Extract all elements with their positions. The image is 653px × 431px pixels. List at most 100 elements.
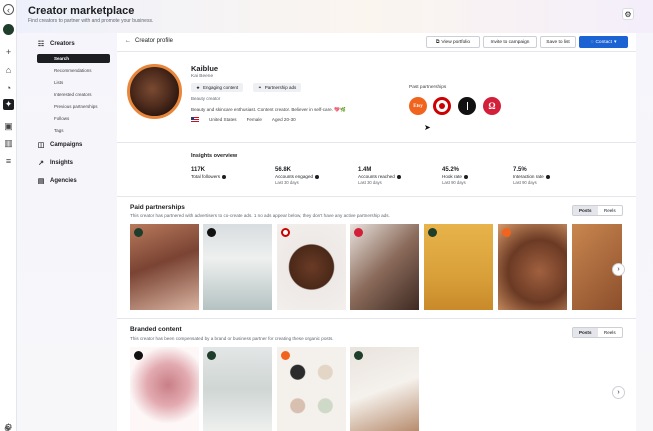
brand-logo-icon (134, 228, 143, 237)
nav-agencies[interactable]: ▤ Agencies (37, 177, 77, 185)
creators-icon[interactable]: ✦ (3, 99, 14, 110)
divider (117, 142, 636, 143)
badge-partnership: ⚭ Partnership ads (253, 83, 302, 92)
home-icon[interactable]: ⌂ (3, 64, 14, 75)
target-bullseye-icon (439, 103, 445, 109)
post-thumbnail[interactable] (203, 347, 272, 431)
nav-sub-previous[interactable]: Previous partnerships (37, 102, 110, 111)
stat-engaged-value: 56.8K (275, 167, 292, 173)
nav-agencies-label: Agencies (50, 178, 77, 184)
gear-icon[interactable]: ⚙ (622, 8, 634, 20)
post-thumbnail[interactable] (350, 347, 419, 431)
info-icon[interactable] (222, 174, 227, 179)
post-thumbnail[interactable] (203, 224, 272, 310)
contact-label: Contact (595, 39, 612, 45)
collapse-icon[interactable]: ‹ (3, 4, 14, 15)
catalog-icon[interactable]: ▣ (3, 121, 14, 132)
brand-dark-logo[interactable] (458, 97, 476, 115)
stat-reached-label-text: Accounts reached (358, 174, 395, 179)
brand-logo-icon (428, 228, 437, 237)
side-nav: ☷ Creators Search Recommendations Lists … (17, 33, 117, 431)
post-thumbnail[interactable] (130, 224, 199, 310)
paid-posts-tab[interactable]: Posts (573, 206, 598, 215)
paid-reels-tab[interactable]: Reels (598, 206, 623, 215)
badge-engaging-label: Engaging content (203, 85, 239, 90)
brand-logo-icon (134, 351, 143, 360)
stat-engaged: 56.8K Accounts engaged Last 30 days (275, 167, 320, 185)
brand-lululemon-logo[interactable]: Ω (483, 97, 501, 115)
info-icon[interactable] (463, 174, 468, 179)
megaphone-icon: ◫ (37, 142, 45, 149)
chevron-right-icon[interactable]: › (612, 386, 625, 399)
stat-reached-period: Last 30 days (358, 180, 382, 185)
post-thumbnail[interactable] (350, 224, 419, 310)
invite-button[interactable]: Invite to campaign (483, 36, 537, 48)
view-portfolio-label: View portfolio (441, 39, 471, 45)
stat-hook-label-text: Hook rate (442, 174, 462, 179)
chevron-right-icon[interactable]: › (612, 263, 625, 276)
view-portfolio-button[interactable]: ⧉ View portfolio (426, 36, 480, 48)
post-thumbnail[interactable] (277, 224, 346, 310)
stat-followers: 117K Total followers (191, 167, 227, 179)
menu-icon[interactable]: ≡ (3, 155, 14, 166)
nav-sub-interested[interactable]: Interested creators (37, 90, 110, 99)
stat-interaction-period: Last 90 days (513, 180, 537, 185)
chat-icon: ◌ (590, 39, 594, 45)
post-thumbnail[interactable] (277, 347, 346, 431)
page-title: Creator marketplace (28, 5, 135, 17)
save-to-list-button[interactable]: Save to list (540, 36, 576, 48)
post-thumbnail[interactable] (130, 347, 199, 431)
account-avatar[interactable] (3, 24, 14, 35)
branded-reels-tab[interactable]: Reels (598, 328, 623, 337)
creator-facts: United States Female Aged 20-30 (191, 117, 296, 122)
stat-reached-label: Accounts reached (358, 174, 401, 179)
branded-posts-tab[interactable]: Posts (573, 328, 598, 337)
nav-sub-search[interactable]: Search (37, 54, 110, 63)
back-label: Creator profile (135, 38, 174, 44)
stat-engaged-label: Accounts engaged (275, 174, 320, 179)
brand-logo-icon (207, 228, 216, 237)
stat-followers-label-text: Total followers (191, 174, 221, 179)
paid-view-toggle: Posts Reels (572, 205, 623, 216)
stat-interaction-rate: 7.5% Interaction rate Last 90 days (513, 167, 550, 185)
brand-target-logo[interactable] (433, 97, 451, 115)
divider (117, 196, 636, 197)
stat-hook-label: Hook rate (442, 174, 468, 179)
bell-icon[interactable]: ◔ (3, 82, 14, 93)
etsy-logo-icon (502, 228, 511, 237)
chart-icon[interactable]: ▥ (3, 138, 14, 149)
nav-sub-recommendations[interactable]: Recommendations (37, 66, 110, 75)
contact-button[interactable]: ◌ Contact ▾ (579, 36, 628, 48)
paid-partnerships-title: Paid partnerships (130, 204, 185, 211)
profile-toolbar: ← Creator profile ⧉ View portfolio Invit… (117, 33, 636, 52)
brand-mark-icon (466, 102, 468, 110)
post-thumbnail[interactable] (498, 224, 567, 310)
insights-title: Insights overview (191, 153, 238, 159)
info-icon[interactable] (315, 174, 320, 179)
nav-creators[interactable]: ☷ Creators (37, 40, 75, 48)
nav-sub-lists[interactable]: Lists (37, 78, 110, 87)
mouse-cursor-icon: ➤ (424, 123, 431, 132)
creator-name: Kaiblue (191, 64, 219, 73)
nav-sub-follows[interactable]: Follows (37, 114, 110, 123)
nav-insights[interactable]: ↗ Insights (37, 159, 73, 167)
stat-followers-label: Total followers (191, 174, 227, 179)
external-link-icon: ⧉ (435, 40, 440, 45)
create-icon[interactable]: + (3, 46, 14, 57)
brand-etsy-logo[interactable]: Etsy (409, 97, 427, 115)
post-thumbnail[interactable] (424, 224, 493, 310)
nav-campaigns-label: Campaigns (50, 142, 83, 148)
info-icon[interactable] (396, 174, 401, 179)
nav-creators-label: Creators (50, 41, 75, 47)
back-button[interactable]: ← Creator profile (125, 38, 173, 44)
creator-handle: Kai Beene (191, 74, 214, 79)
nav-sub-tags[interactable]: Tags (37, 126, 110, 135)
help-icon[interactable]: ⊕ (4, 424, 11, 431)
brand-logo-icon (354, 351, 363, 360)
stat-hook-rate: 45.2% Hook rate Last 90 days (442, 167, 468, 185)
stat-engaged-label-text: Accounts engaged (275, 174, 314, 179)
branded-content-title: Branded content (130, 326, 182, 333)
handshake-icon: ⚭ (258, 84, 262, 90)
nav-campaigns[interactable]: ◫ Campaigns (37, 141, 83, 149)
info-icon[interactable] (545, 174, 550, 179)
